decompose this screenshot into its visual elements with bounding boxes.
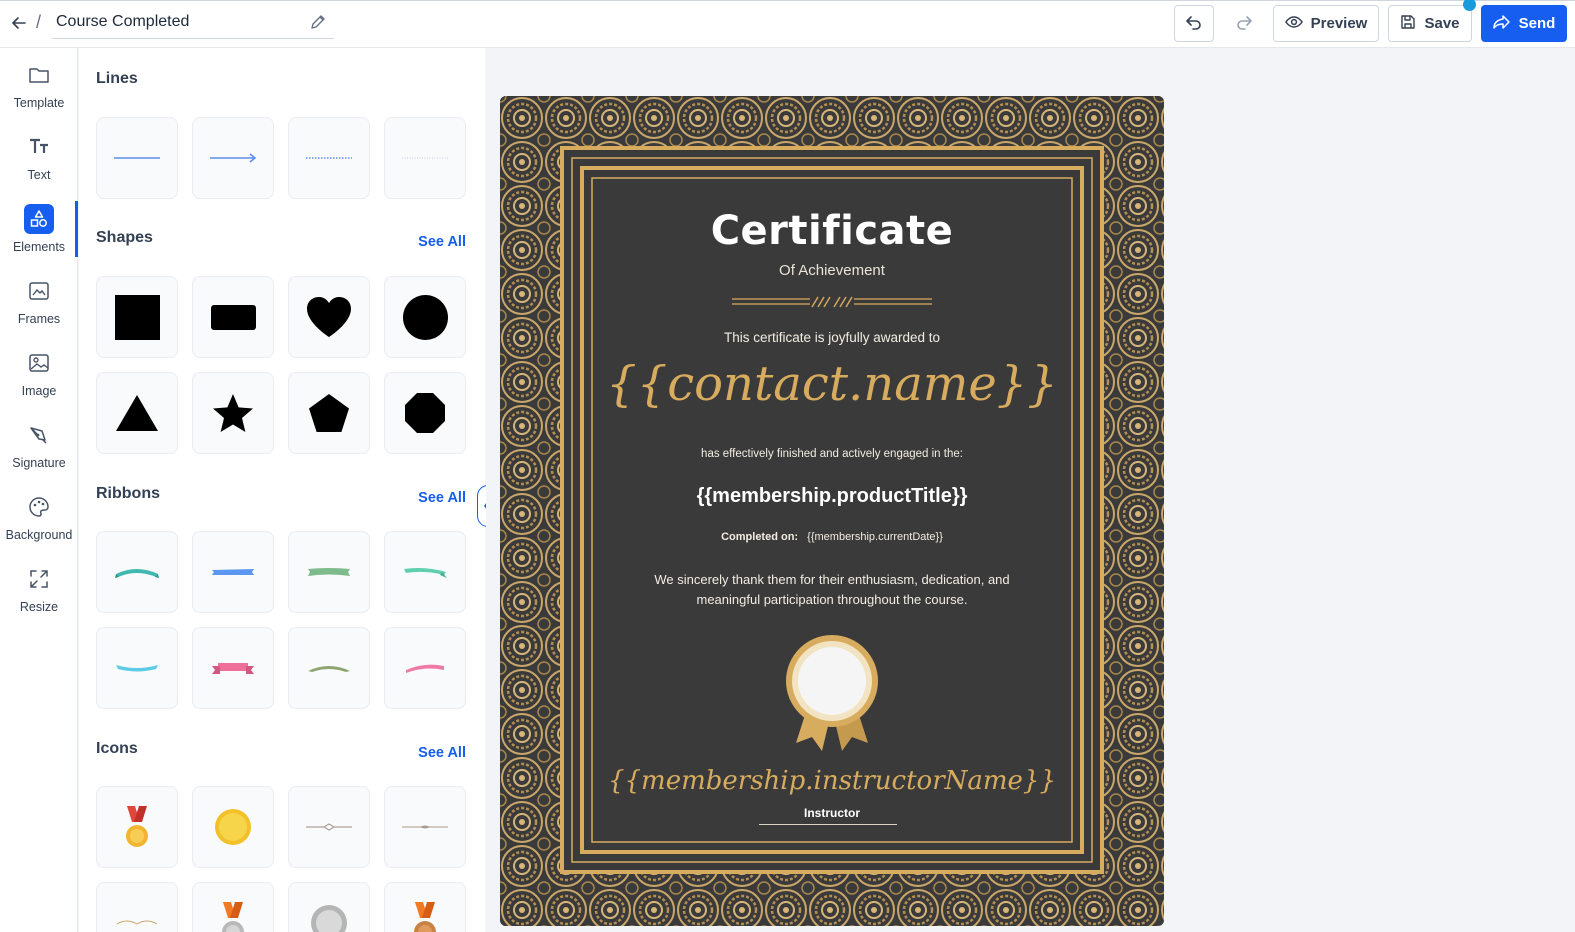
save-button[interactable]: Save	[1388, 5, 1472, 42]
ornament-divider	[732, 296, 932, 308]
rail-label: Signature	[12, 456, 66, 470]
edit-pencil-icon[interactable]	[309, 13, 329, 33]
shape-tile-rounded-rectangle[interactable]	[192, 276, 274, 358]
ribbons-see-all-link[interactable]: See All	[418, 490, 466, 506]
frame-icon	[24, 276, 54, 306]
breadcrumb-separator: /	[36, 12, 42, 32]
rail-label: Image	[21, 384, 57, 398]
icon-tile-flourish[interactable]	[96, 882, 178, 932]
rail-item-signature[interactable]: Signature	[0, 420, 78, 486]
elements-panel: Lines Shapes See All Ribbons See All Ico…	[79, 48, 485, 932]
line-tile-thin-dotted[interactable]	[384, 117, 466, 199]
icon-tile-thin-ornament[interactable]	[384, 786, 466, 868]
icon-tile-gold-medal[interactable]	[96, 786, 178, 868]
completed-line[interactable]: Completed on: {{membership.currentDate}}	[500, 531, 1164, 543]
preview-button[interactable]: Preview	[1273, 5, 1379, 42]
rail-item-resize[interactable]: Resize	[0, 564, 78, 630]
section-title-ribbons: Ribbons	[96, 485, 160, 502]
rail-item-image[interactable]: Image	[0, 348, 78, 414]
tool-rail: Template Text Elements Frames Image Sign…	[0, 48, 78, 932]
award-seal-icon	[786, 635, 878, 751]
rail-item-text[interactable]: Text	[0, 132, 78, 198]
line-tile-solid[interactable]	[96, 117, 178, 199]
redo-icon	[1235, 14, 1253, 34]
resize-icon	[24, 564, 54, 594]
save-label: Save	[1424, 15, 1460, 32]
rail-item-template[interactable]: Template	[0, 60, 78, 126]
title-underline	[52, 38, 334, 39]
section-title-shapes: Shapes	[96, 229, 153, 246]
top-bar: / Course Completed Preview Save Send	[0, 0, 1575, 48]
certificate-title[interactable]: Certificate	[500, 208, 1164, 254]
preview-label: Preview	[1310, 15, 1368, 32]
ribbon-tile-olive[interactable]	[288, 627, 370, 709]
shapes-icon	[24, 204, 54, 234]
undo-icon	[1185, 14, 1203, 34]
rail-label: Background	[5, 528, 73, 542]
ribbon-tile-blue[interactable]	[192, 531, 274, 613]
ribbon-tile-mint[interactable]	[384, 531, 466, 613]
rail-label: Frames	[17, 312, 61, 326]
shape-tile-circle[interactable]	[384, 276, 466, 358]
icon-tile-divider-ornament[interactable]	[288, 786, 370, 868]
send-button[interactable]: Send	[1481, 5, 1567, 42]
text-icon	[24, 132, 54, 162]
line-tile-dotted[interactable]	[288, 117, 370, 199]
shape-tile-triangle[interactable]	[96, 372, 178, 454]
rail-label: Template	[13, 96, 65, 110]
thanks-line-2[interactable]: meaningful participation throughout the …	[500, 592, 1164, 607]
folder-icon	[24, 60, 54, 90]
eye-icon	[1284, 15, 1303, 33]
completed-label: Completed on:	[721, 531, 799, 543]
save-icon	[1400, 14, 1416, 34]
redo-button[interactable]	[1224, 5, 1264, 42]
notification-dot	[1463, 0, 1476, 11]
section-title-icons: Icons	[96, 740, 138, 757]
active-indicator	[75, 201, 78, 257]
awarded-text[interactable]: This certificate is joyfully awarded to	[500, 330, 1164, 345]
certificate-subtitle[interactable]: Of Achievement	[500, 262, 1164, 279]
line-tile-arrow[interactable]	[192, 117, 274, 199]
shape-tile-heart[interactable]	[288, 276, 370, 358]
send-label: Send	[1518, 15, 1556, 32]
pen-icon	[24, 420, 54, 450]
icons-see-all-link[interactable]: See All	[418, 745, 466, 761]
ribbon-tile-pink[interactable]	[192, 627, 274, 709]
rail-item-frames[interactable]: Frames	[0, 276, 78, 342]
rail-item-elements[interactable]: Elements	[0, 204, 78, 270]
ribbon-tile-rose[interactable]	[384, 627, 466, 709]
recipient-name[interactable]: {{contact.name}}	[500, 356, 1164, 412]
icon-tile-gold-coin[interactable]	[192, 786, 274, 868]
icon-tile-silver-coin[interactable]	[288, 882, 370, 932]
shape-tile-star[interactable]	[192, 372, 274, 454]
signature-line	[759, 824, 897, 825]
completed-value: {{membership.currentDate}}	[807, 531, 943, 543]
finished-text[interactable]: has effectively finished and actively en…	[500, 448, 1164, 460]
rail-item-background[interactable]: Background	[0, 492, 78, 558]
rail-label: Text	[27, 168, 51, 182]
ribbon-tile-teal[interactable]	[96, 531, 178, 613]
share-icon	[1492, 14, 1511, 34]
shapes-see-all-link[interactable]: See All	[418, 234, 466, 250]
icon-tile-orange-medal[interactable]	[192, 882, 274, 932]
rail-label: Elements	[12, 240, 66, 254]
section-title-lines: Lines	[96, 70, 138, 87]
instructor-label[interactable]: Instructor	[500, 806, 1164, 820]
image-icon	[24, 348, 54, 378]
shape-tile-octagon[interactable]	[384, 372, 466, 454]
undo-button[interactable]	[1174, 5, 1214, 42]
back-arrow-icon[interactable]	[8, 11, 30, 35]
instructor-name[interactable]: {{membership.instructorName}}	[500, 766, 1164, 796]
thanks-line-1[interactable]: We sincerely thank them for their enthus…	[500, 572, 1164, 587]
rail-label: Resize	[19, 600, 59, 614]
shape-tile-pentagon[interactable]	[288, 372, 370, 454]
icon-tile-bronze-medal[interactable]	[384, 882, 466, 932]
product-title[interactable]: {{membership.productTitle}}	[500, 485, 1164, 508]
palette-icon	[24, 492, 54, 522]
document-title[interactable]: Course Completed	[56, 13, 189, 31]
ribbon-tile-green[interactable]	[288, 531, 370, 613]
ribbon-tile-cyan[interactable]	[96, 627, 178, 709]
shape-tile-square[interactable]	[96, 276, 178, 358]
